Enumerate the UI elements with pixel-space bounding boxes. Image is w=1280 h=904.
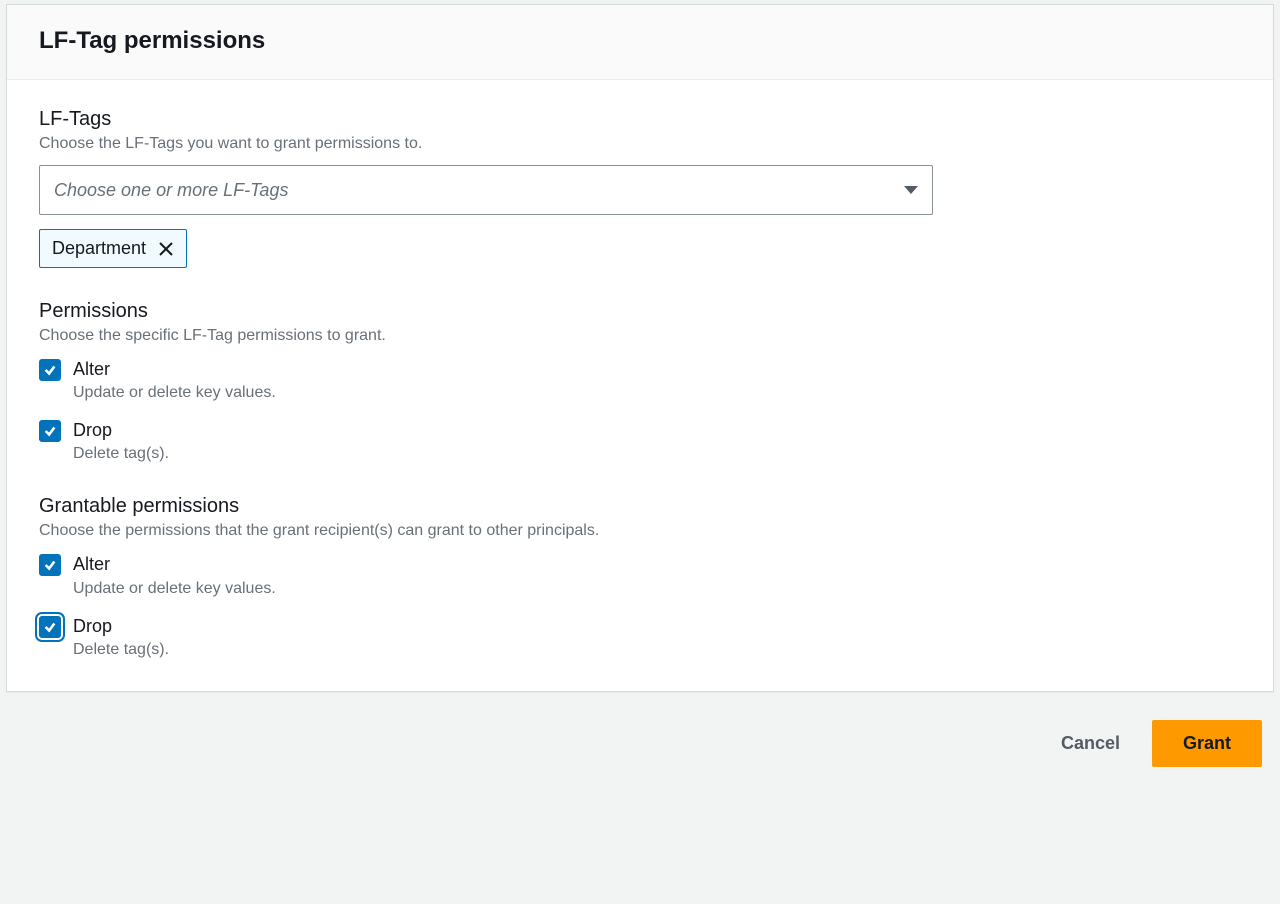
close-icon[interactable] — [158, 241, 174, 257]
lftags-desc: Choose the LF-Tags you want to grant per… — [39, 135, 1241, 153]
permission-drop-checkbox[interactable] — [39, 420, 61, 442]
lftag-chip-label: Department — [52, 238, 146, 259]
permission-drop-desc: Delete tag(s). — [73, 445, 169, 463]
lftag-permissions-panel: LF-Tag permissions LF-Tags Choose the LF… — [6, 4, 1274, 692]
permissions-section: Permissions Choose the specific LF-Tag p… — [39, 300, 1241, 463]
permission-drop-label: Drop — [73, 418, 169, 443]
grantable-drop-desc: Delete tag(s). — [73, 641, 169, 659]
panel-title: LF-Tag permissions — [39, 27, 1241, 55]
grantable-alter-desc: Update or delete key values. — [73, 580, 276, 598]
lftag-chip-department[interactable]: Department — [39, 229, 187, 268]
lftags-dropdown[interactable]: Choose one or more LF-Tags — [39, 165, 933, 215]
grantable-drop-row: Drop Delete tag(s). — [39, 614, 1241, 659]
permissions-title: Permissions — [39, 300, 1241, 323]
grantable-alter-label: Alter — [73, 552, 276, 577]
permission-alter-label: Alter — [73, 357, 276, 382]
grantable-drop-label: Drop — [73, 614, 169, 639]
permission-alter-content: Alter Update or delete key values. — [73, 357, 276, 402]
permissions-desc: Choose the specific LF-Tag permissions t… — [39, 327, 1241, 345]
permission-alter-row: Alter Update or delete key values. — [39, 357, 1241, 402]
grantable-alter-row: Alter Update or delete key values. — [39, 552, 1241, 597]
grantable-title: Grantable permissions — [39, 495, 1241, 518]
permission-alter-checkbox[interactable] — [39, 359, 61, 381]
lftags-dropdown-placeholder: Choose one or more LF-Tags — [54, 180, 288, 201]
cancel-button[interactable]: Cancel — [1053, 721, 1128, 766]
grantable-drop-content: Drop Delete tag(s). — [73, 614, 169, 659]
chevron-down-icon — [904, 186, 918, 194]
grant-button[interactable]: Grant — [1152, 720, 1262, 767]
grantable-drop-checkbox[interactable] — [39, 616, 61, 638]
grantable-section: Grantable permissions Choose the permiss… — [39, 495, 1241, 658]
lftags-section: LF-Tags Choose the LF-Tags you want to g… — [39, 108, 1241, 268]
panel-body: LF-Tags Choose the LF-Tags you want to g… — [7, 80, 1273, 691]
permission-drop-row: Drop Delete tag(s). — [39, 418, 1241, 463]
footer-actions: Cancel Grant — [0, 692, 1280, 767]
panel-header: LF-Tag permissions — [7, 5, 1273, 80]
grantable-alter-checkbox[interactable] — [39, 554, 61, 576]
permission-alter-desc: Update or delete key values. — [73, 384, 276, 402]
permission-drop-content: Drop Delete tag(s). — [73, 418, 169, 463]
grantable-alter-content: Alter Update or delete key values. — [73, 552, 276, 597]
grantable-desc: Choose the permissions that the grant re… — [39, 522, 1241, 540]
lftags-title: LF-Tags — [39, 108, 1241, 131]
